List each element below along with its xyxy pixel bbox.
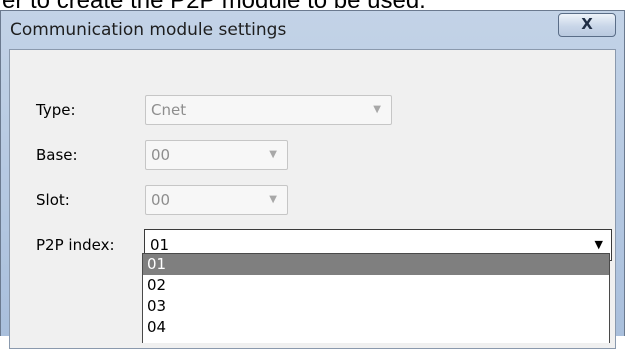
base-select[interactable]: 00 ▼ (145, 140, 288, 170)
base-label: Base: (36, 146, 78, 164)
p2p-option-01[interactable]: 01 (143, 254, 609, 275)
slot-select[interactable]: 00 ▼ (145, 185, 288, 215)
p2p-index-dropdown-list: 01 02 03 04 (142, 253, 610, 343)
base-value: 00 (151, 146, 171, 164)
p2p-index-value: 01 (150, 236, 170, 254)
slot-label: Slot: (36, 191, 70, 209)
p2p-option-03[interactable]: 03 (143, 296, 609, 317)
chevron-down-icon: ▼ (373, 104, 381, 115)
dialog-title: Communication module settings (10, 20, 287, 40)
close-button[interactable]: X (558, 13, 616, 37)
type-value: Cnet (151, 101, 187, 119)
type-label: Type: (36, 101, 76, 119)
chevron-down-icon: ▼ (269, 194, 277, 205)
slot-value: 00 (151, 191, 171, 209)
close-icon: X (581, 15, 593, 33)
type-select[interactable]: Cnet ▼ (145, 95, 392, 125)
chevron-down-icon: ▼ (269, 149, 277, 160)
p2p-option-04[interactable]: 04 (143, 317, 609, 338)
p2p-option-02[interactable]: 02 (143, 275, 609, 296)
p2p-index-label: P2P index: (36, 236, 115, 254)
